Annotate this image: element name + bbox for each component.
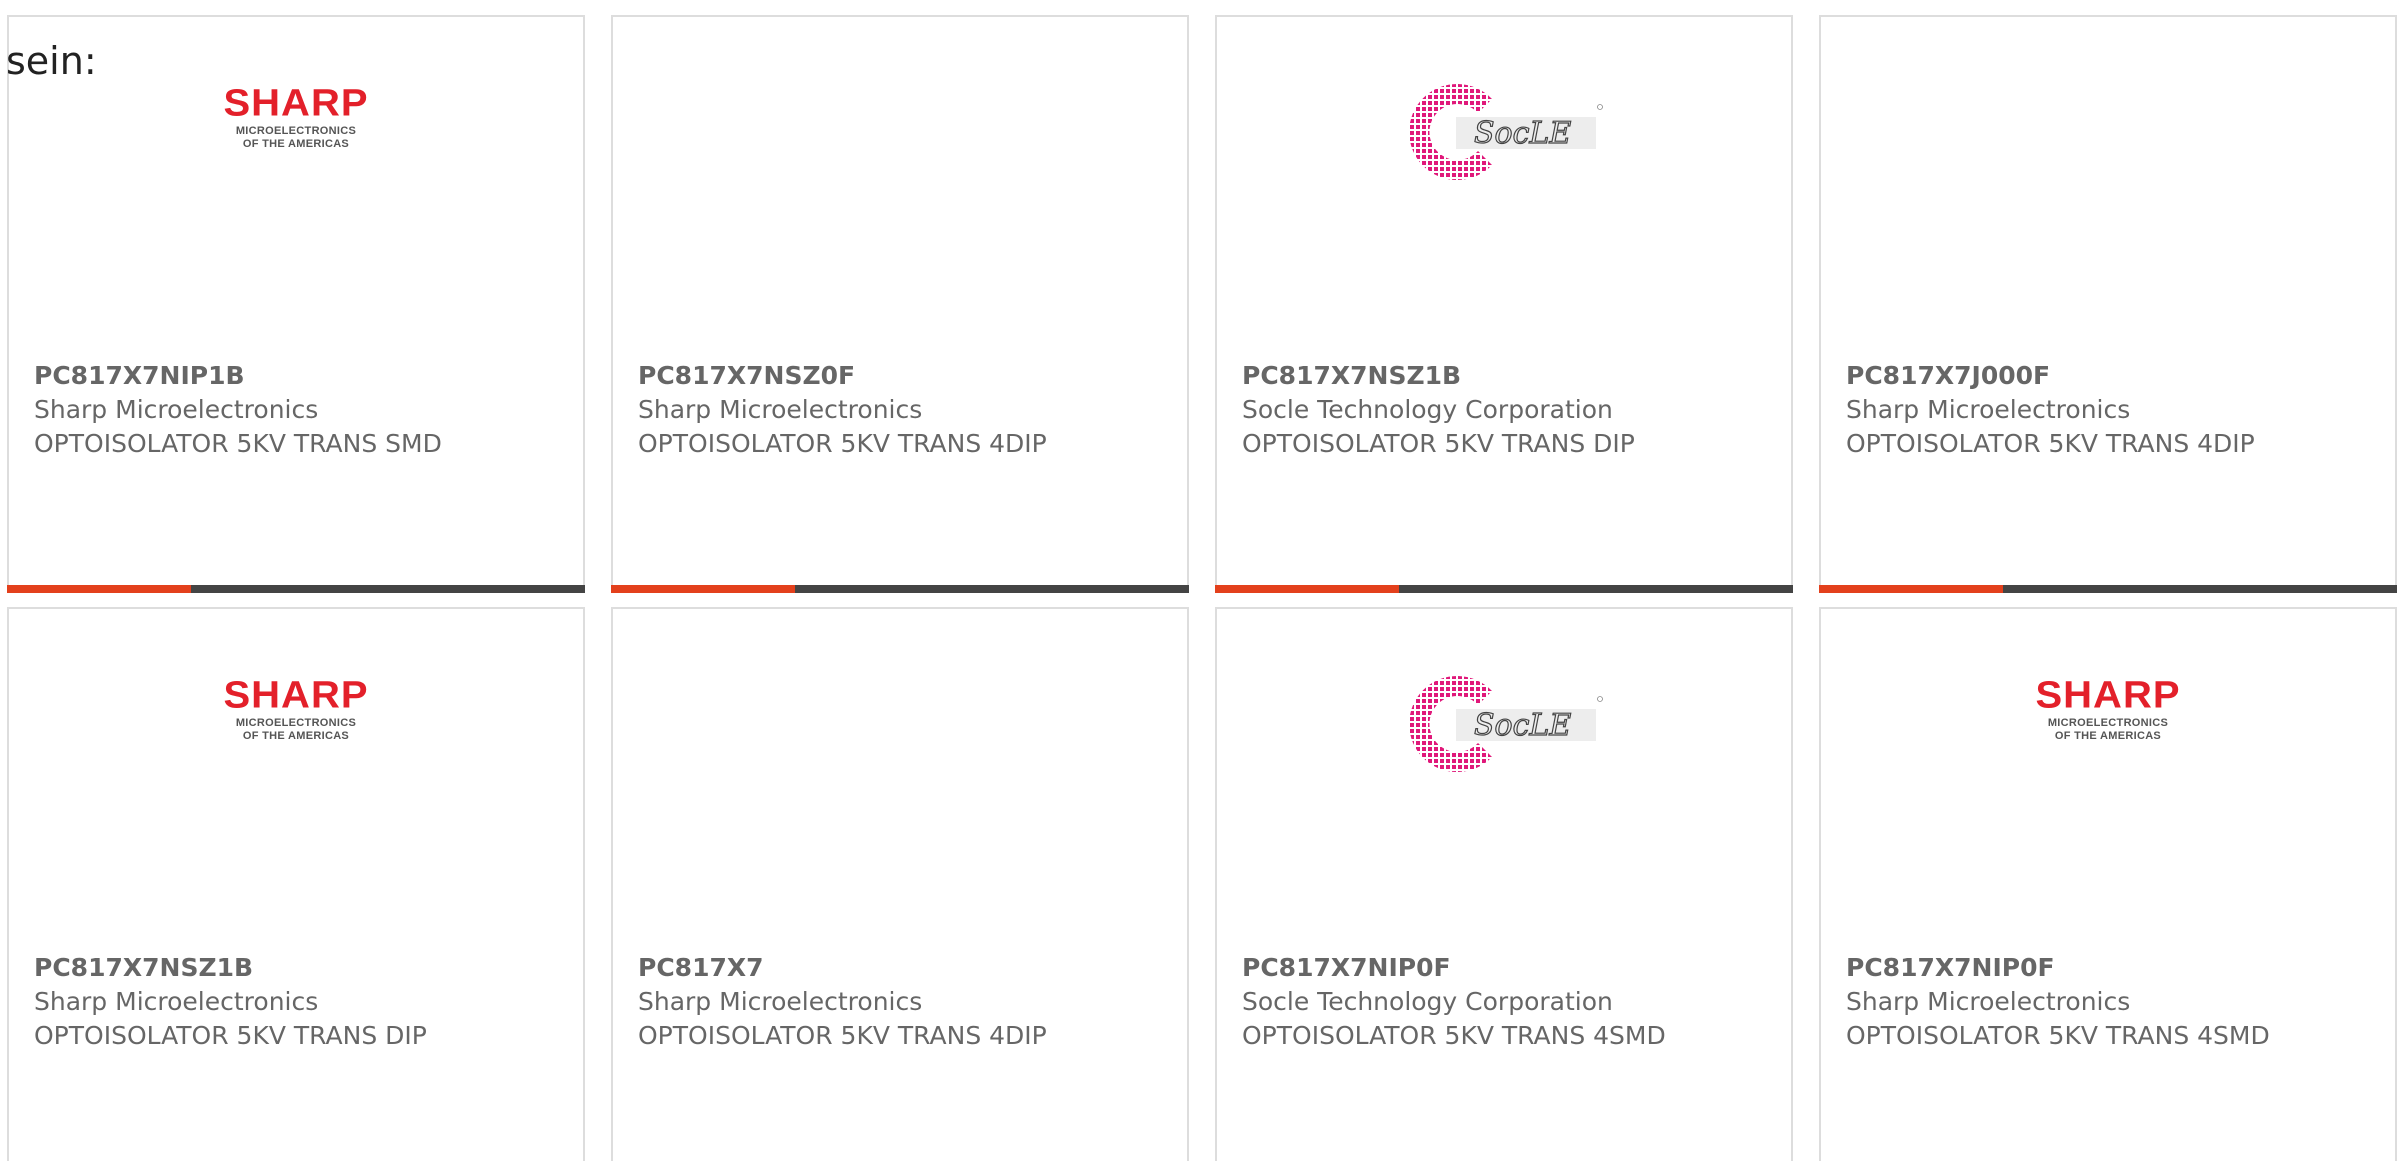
product-card[interactable]: SocLE PC817X7NIP0F Socle Technology Corpor… — [1215, 607, 1793, 1161]
product-manufacturer: Socle Technology Corporation — [1242, 987, 1613, 1016]
product-description: OPTOISOLATOR 5KV TRANS DIP — [1242, 429, 1635, 458]
product-info: PC817X7NIP0F Sharp Microelectronics OPTOIS… — [1846, 951, 2366, 1053]
sharp-logo: SHARP MICROELECTRONICS OF THE AMERICAS — [2035, 674, 2181, 743]
sharp-logo-line1: MICROELECTRONICS — [2047, 717, 2169, 729]
sharp-logo: SHARP MICROELECTRONICS OF THE AMERICAS — [223, 674, 369, 743]
product-card[interactable]: SHARP MICROELECTRONICS OF THE AMERICAS PC81… — [7, 607, 585, 1161]
product-description: OPTOISOLATOR 5KV TRANS 4DIP — [638, 1021, 1047, 1050]
card-accent-bar-highlight — [1215, 585, 1399, 593]
product-card[interactable]: SHARP MICROELECTRONICS OF THE AMERICAS PC81… — [1819, 607, 2397, 1161]
socle-logo-word: SocLE — [1474, 708, 1571, 743]
product-manufacturer: Sharp Microelectronics — [34, 395, 319, 424]
product-manufacturer: Sharp Microelectronics — [1846, 395, 2131, 424]
product-manufacturer: Sharp Microelectronics — [34, 987, 319, 1016]
card-accent-bar — [611, 585, 1189, 593]
product-info: PC817X7 Sharp Microelectronics OPTOISOLATO… — [638, 951, 1158, 1053]
card-accent-bar — [7, 585, 585, 593]
product-thumbnail[interactable]: SocLE — [1217, 17, 1791, 317]
product-manufacturer: Sharp Microelectronics — [638, 987, 923, 1016]
product-info: PC817X7NIP0F Socle Technology Corporation… — [1242, 951, 1762, 1053]
sharp-logo-word: SHARP — [223, 674, 369, 716]
product-thumbnail[interactable] — [613, 17, 1187, 317]
product-card[interactable]: PC817X7NSZ0F Sharp Microelectronics OPTOIS… — [611, 15, 1189, 593]
product-description: OPTOISOLATOR 5KV TRANS 4SMD — [1846, 1021, 2270, 1050]
product-thumbnail[interactable]: SocLE — [1217, 609, 1791, 909]
product-part-number[interactable]: PC817X7NIP0F — [1846, 951, 2366, 985]
sharp-logo-word: SHARP — [2035, 674, 2181, 716]
product-description: OPTOISOLATOR 5KV TRANS 4SMD — [1242, 1021, 1666, 1050]
product-thumbnail[interactable]: SHARP MICROELECTRONICS OF THE AMERICAS — [1821, 609, 2395, 909]
product-thumbnail[interactable] — [1821, 17, 2395, 317]
sharp-logo-line2: OF THE AMERICAS — [2054, 730, 2162, 742]
sharp-logo-line1: MICROELECTRONICS — [235, 717, 357, 729]
product-manufacturer: Sharp Microelectronics — [1846, 987, 2131, 1016]
product-thumbnail[interactable]: SHARP MICROELECTRONICS OF THE AMERICAS — [9, 609, 583, 909]
socle-logo: SocLE — [1404, 77, 1604, 187]
lead-text: sein: — [6, 39, 97, 83]
product-info: PC817X7NSZ1B Socle Technology Corporation… — [1242, 359, 1762, 461]
product-grid-page: sein: SHARP MICROELECTRONICS OF THE AMERIC… — [0, 0, 2400, 1161]
product-part-number[interactable]: PC817X7NIP1B — [34, 359, 554, 393]
product-thumbnail[interactable] — [613, 609, 1187, 909]
product-info: PC817X7NSZ0F Sharp Microelectronics OPTOIS… — [638, 359, 1158, 461]
socle-logo-graphic: SocLE — [1409, 84, 1603, 180]
card-accent-bar-highlight — [7, 585, 191, 593]
product-info: PC817X7NSZ1B Sharp Microelectronics OPTOIS… — [34, 951, 554, 1053]
product-description: OPTOISOLATOR 5KV TRANS DIP — [34, 1021, 427, 1050]
product-card[interactable]: PC817X7J000F Sharp Microelectronics OPTOIS… — [1819, 15, 2397, 593]
card-accent-bar — [1819, 585, 2397, 593]
product-card[interactable]: SocLE PC817X7NSZ1B Socle Technology Corpor… — [1215, 15, 1793, 593]
product-manufacturer: Sharp Microelectronics — [638, 395, 923, 424]
sharp-logo-line1: MICROELECTRONICS — [235, 125, 357, 137]
card-accent-bar — [1215, 585, 1793, 593]
product-part-number[interactable]: PC817X7 — [638, 951, 1158, 985]
product-part-number[interactable]: PC817X7NIP0F — [1242, 951, 1762, 985]
product-part-number[interactable]: PC817X7J000F — [1846, 359, 2366, 393]
card-accent-bar-highlight — [611, 585, 795, 593]
socle-logo-graphic: SocLE — [1409, 676, 1603, 772]
product-description: OPTOISOLATOR 5KV TRANS 4DIP — [1846, 429, 2255, 458]
product-card[interactable]: PC817X7 Sharp Microelectronics OPTOISOLATO… — [611, 607, 1189, 1161]
product-manufacturer: Socle Technology Corporation — [1242, 395, 1613, 424]
socle-logo: SocLE — [1404, 669, 1604, 779]
sharp-logo-line2: OF THE AMERICAS — [242, 138, 350, 150]
card-accent-bar-highlight — [1819, 585, 2003, 593]
product-description: OPTOISOLATOR 5KV TRANS 4DIP — [638, 429, 1047, 458]
product-part-number[interactable]: PC817X7NSZ1B — [1242, 359, 1762, 393]
product-info: PC817X7NIP1B Sharp Microelectronics OPTOIS… — [34, 359, 554, 461]
sharp-logo-line2: OF THE AMERICAS — [242, 730, 350, 742]
product-description: OPTOISOLATOR 5KV TRANS SMD — [34, 429, 442, 458]
product-grid: SHARP MICROELECTRONICS OF THE AMERICAS PC81… — [7, 15, 2400, 1161]
product-part-number[interactable]: PC817X7NSZ1B — [34, 951, 554, 985]
sharp-logo: SHARP MICROELECTRONICS OF THE AMERICAS — [223, 82, 369, 151]
sharp-logo-word: SHARP — [223, 82, 369, 124]
product-part-number[interactable]: PC817X7NSZ0F — [638, 359, 1158, 393]
product-info: PC817X7J000F Sharp Microelectronics OPTOIS… — [1846, 359, 2366, 461]
socle-logo-word: SocLE — [1474, 116, 1571, 151]
product-card[interactable]: SHARP MICROELECTRONICS OF THE AMERICAS PC81… — [7, 15, 585, 593]
